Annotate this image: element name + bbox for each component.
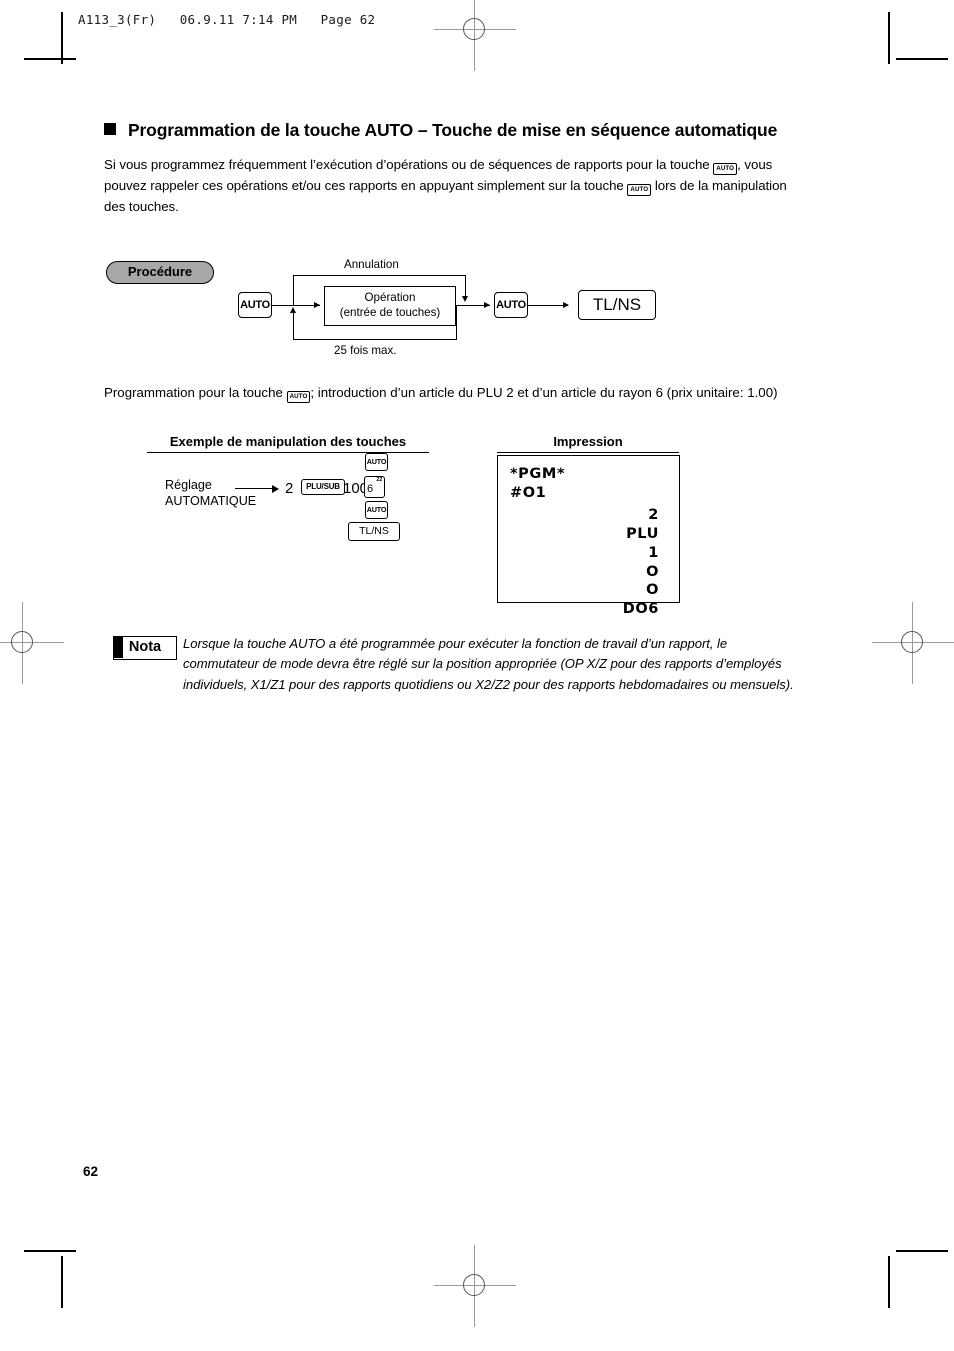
- department-key-superscript: 22: [376, 477, 383, 483]
- plu-number-entry: 2: [285, 480, 294, 497]
- flow-line: [293, 275, 295, 305]
- operation-box: Opération (entrée de touches): [324, 286, 456, 326]
- auto-key-start: AUTO: [238, 292, 272, 318]
- impression-column-header: Impression: [497, 434, 679, 453]
- receipt-line: PLU: [626, 525, 659, 542]
- section-title: Programmation de la touche AUTO – Touche…: [104, 118, 804, 143]
- operation-line1: Opération: [364, 291, 416, 304]
- department-6-key: 6 22: [364, 476, 385, 498]
- procedure-badge: Procédure: [106, 261, 214, 284]
- crop-mark-bottom-left-horizontal: [24, 1250, 76, 1252]
- example-intro-part1: Programmation pour la touche: [104, 385, 287, 400]
- crop-mark-top-right-vertical: [888, 12, 890, 64]
- registration-mark-top: [434, 0, 516, 71]
- receipt-body: 2 PLU 1 O O DO6: [623, 506, 659, 619]
- nota-text: Lorsque la touche AUTO a été programmée …: [183, 636, 794, 692]
- department-key-number: 6: [367, 483, 374, 495]
- cancel-label: Annulation: [344, 258, 399, 271]
- reglage-label: Réglage AUTOMATIQUE: [165, 478, 256, 509]
- flow-arrow-icon: [484, 301, 490, 308]
- receipt-line: O: [646, 582, 659, 599]
- tlns-key: TL/NS: [348, 522, 400, 541]
- crop-mark-bottom-left-vertical: [61, 1256, 63, 1308]
- registration-mark-circle: [463, 1274, 485, 1296]
- plu-sub-key: PLU/SUB: [301, 479, 345, 495]
- receipt-line: 2: [648, 507, 659, 523]
- reglage-label-line2: AUTOMATIQUE: [165, 493, 257, 508]
- receipt-line: DO6: [622, 601, 659, 618]
- section-title-text: Programmation de la touche AUTO – Touche…: [128, 120, 778, 140]
- crop-mark-top-left-horizontal: [24, 58, 76, 60]
- flow-line: [456, 305, 458, 340]
- nota-label-box: Nota: [113, 636, 177, 660]
- auto-key-end: AUTO: [494, 292, 528, 318]
- operation-line2: (entrée de touches): [339, 305, 441, 319]
- flow-arrow-icon: [289, 307, 296, 313]
- nota-label: Nota: [128, 639, 162, 655]
- page-content: Programmation de la touche AUTO – Touche…: [104, 118, 804, 218]
- auto-key-icon: AUTO: [627, 184, 652, 196]
- crop-mark-bottom-right-horizontal: [896, 1250, 948, 1252]
- crop-mark-bottom-right-vertical: [888, 1256, 890, 1308]
- receipt-header: *PGM* #O1: [510, 465, 565, 503]
- flow-line: [528, 304, 568, 306]
- receipt-header-line1: *PGM*: [510, 466, 566, 482]
- crop-mark-top-left-vertical: [61, 12, 63, 64]
- auto-key-icon: AUTO: [713, 163, 738, 176]
- flow-arrow-icon: [314, 301, 320, 308]
- flow-line: [293, 339, 457, 341]
- example-intro-paragraph: Programmation pour la touche AUTO; intro…: [104, 383, 806, 404]
- auto-key-icon: AUTO: [286, 391, 311, 403]
- receipt-header-line2: #O1: [510, 485, 547, 502]
- auto-key-bottom: AUTO: [365, 501, 388, 519]
- tlns-key: TL/NS: [578, 290, 656, 320]
- reglage-label-line1: Réglage: [165, 478, 212, 492]
- repeat-count-label: 25 fois max.: [334, 344, 397, 357]
- example-intro-part2: ; introduction d’un article du PLU 2 et …: [310, 385, 778, 400]
- flow-arrow-icon: [461, 296, 468, 302]
- receipt-line: 1: [648, 544, 659, 561]
- flow-line: [272, 304, 320, 306]
- receipt-printout: *PGM* #O1 2 PLU 1 O O DO6: [497, 455, 680, 617]
- registration-mark-circle: [11, 631, 33, 653]
- crop-mark-top-right-horizontal: [896, 58, 948, 60]
- registration-mark-circle: [901, 631, 923, 653]
- intro-paragraph: Si vous programmez fréquemment l’exécuti…: [104, 155, 804, 218]
- pointer-arrow-line: [235, 488, 273, 490]
- registration-mark-circle: [463, 18, 485, 40]
- flow-line: [293, 275, 466, 277]
- page-number: 62: [83, 1164, 99, 1179]
- receipt-line: O: [646, 563, 659, 580]
- registration-mark-bottom: [434, 1245, 516, 1327]
- flow-arrow-icon: [563, 301, 569, 308]
- registration-mark-right: [872, 602, 954, 684]
- registration-mark-left: [0, 602, 64, 684]
- pointer-arrow-icon: [272, 484, 279, 493]
- square-bullet-icon: [104, 123, 116, 135]
- key-operation-example: Réglage AUTOMATIQUE 2 PLU/SUB 100 6 22 A…: [165, 453, 405, 545]
- intro-text-part1: Si vous programmez fréquemment l’exécuti…: [104, 157, 714, 173]
- document-running-header: A113_3(Fr) 06.9.11 7:14 PM Page 62: [78, 12, 376, 27]
- flow-line: [293, 312, 295, 340]
- procedure-flow-diagram: Annulation 25 fois max. AUTO Opération (…: [238, 258, 658, 366]
- auto-key-top: AUTO: [365, 453, 388, 471]
- example-column-header: Exemple de manipulation des touches: [147, 434, 429, 453]
- nota-black-tab-icon: [114, 637, 123, 658]
